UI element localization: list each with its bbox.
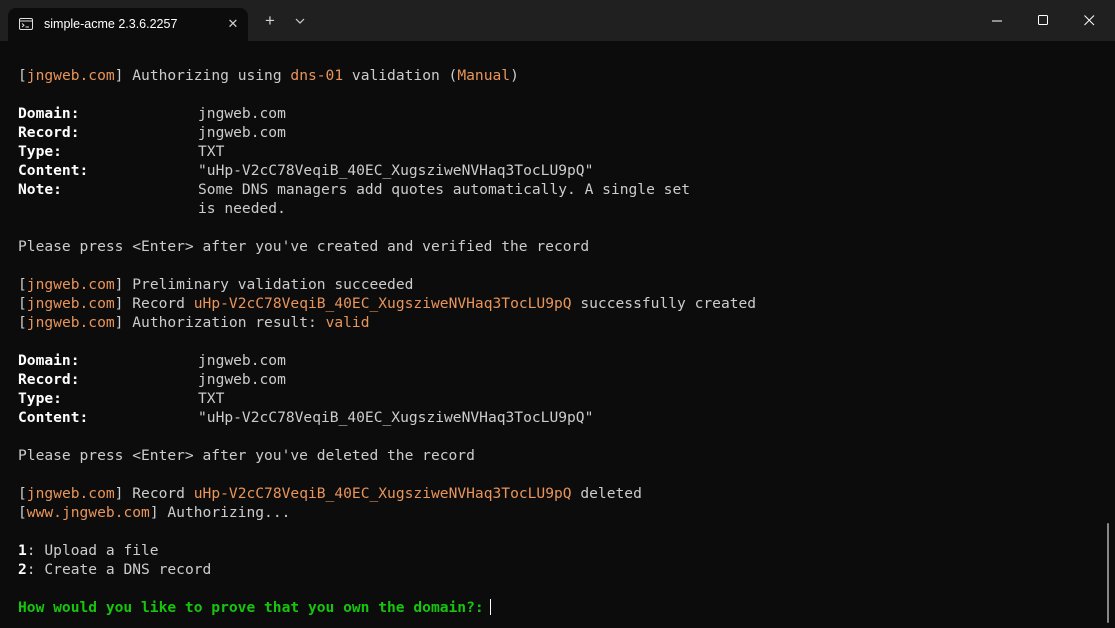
- option-number: 2: [18, 561, 27, 578]
- field-label: Record:: [18, 371, 80, 388]
- field-value: jngweb.com: [198, 371, 286, 388]
- option-number: 1: [18, 542, 27, 559]
- field-row: Record: jngweb.com: [18, 123, 1098, 142]
- minimize-icon: [992, 20, 1002, 22]
- bracket: [: [18, 314, 27, 331]
- bracket: [: [18, 504, 27, 521]
- console-line: Please press <Enter> after you've create…: [18, 238, 590, 255]
- option-label: : Create a DNS record: [26, 561, 212, 578]
- text-cursor: [489, 599, 491, 615]
- console-line: [jngweb.com] Preliminary validation succ…: [18, 275, 1098, 294]
- field-row: Content: "uHp-V2cC78VeqiB_40EC_XugsziweNV…: [18, 408, 1098, 427]
- title-bar: simple-acme 2.3.6.2257 ✕ +: [0, 0, 1115, 41]
- field-row: Type: TXT: [18, 142, 1098, 161]
- bracket: ]: [149, 504, 159, 521]
- authorization-result: valid: [325, 314, 370, 331]
- message-text: Record: [123, 485, 194, 502]
- validation-mode: Manual: [457, 67, 511, 84]
- field-label: Record:: [18, 124, 80, 141]
- active-tab[interactable]: simple-acme 2.3.6.2257 ✕: [8, 8, 248, 41]
- bracket: [: [18, 295, 27, 312]
- domain-name: jngweb.com: [26, 485, 115, 502]
- console-line: [www.jngweb.com] Authorizing...: [18, 503, 1098, 522]
- message-text: Authorizing...: [158, 504, 291, 521]
- field-label: Content:: [18, 409, 89, 426]
- option-label: : Upload a file: [26, 542, 159, 559]
- message-text: successfully created: [571, 295, 757, 312]
- field-row: Content: "uHp-V2cC78VeqiB_40EC_XugsziweNV…: [18, 161, 1098, 180]
- record-value: uHp-V2cC78VeqiB_40EC_XugsziweNVHaq3TocLU…: [193, 295, 572, 312]
- message-text: deleted: [571, 485, 642, 502]
- option-item: 2: Create a DNS record: [18, 560, 1098, 579]
- field-value: "uHp-V2cC78VeqiB_40EC_XugsziweNVHaq3TocL…: [198, 409, 594, 426]
- plus-icon[interactable]: +: [262, 12, 278, 29]
- message-text: validation (: [343, 67, 458, 84]
- scrollbar[interactable]: [1107, 523, 1109, 623]
- console-output[interactable]: [jngweb.com] Authorizing using dns-01 va…: [18, 66, 1098, 626]
- message-text: Record: [123, 295, 194, 312]
- field-row: is needed.: [18, 199, 1098, 218]
- field-label: Domain:: [18, 105, 80, 122]
- chevron-down-icon[interactable]: [292, 14, 308, 28]
- field-row: Record: jngweb.com: [18, 370, 1098, 389]
- domain-name: jngweb.com: [26, 276, 115, 293]
- field-value: jngweb.com: [198, 105, 286, 122]
- maximize-icon: [1038, 15, 1048, 25]
- close-icon[interactable]: ✕: [225, 16, 241, 32]
- bracket: [: [18, 485, 27, 502]
- field-value: Some DNS managers add quotes automatical…: [198, 181, 691, 198]
- prompt-line[interactable]: How would you like to prove that you own…: [18, 598, 1098, 617]
- field-label: Type:: [18, 143, 62, 160]
- domain-name: jngweb.com: [26, 295, 115, 312]
- field-value: jngweb.com: [198, 352, 286, 369]
- domain-name: jngweb.com: [26, 314, 115, 331]
- console-line: [jngweb.com] Record uHp-V2cC78VeqiB_40EC…: [18, 294, 1098, 313]
- message-text: Authorizing using: [123, 67, 291, 84]
- tab-title: simple-acme 2.3.6.2257: [44, 17, 178, 31]
- field-row: Type: TXT: [18, 389, 1098, 408]
- field-label: Domain:: [18, 352, 80, 369]
- bracket: [: [18, 276, 27, 293]
- option-item: 1: Upload a file: [18, 541, 1098, 560]
- field-row: Domain: jngweb.com: [18, 104, 1098, 123]
- console-line: [jngweb.com] Authorizing using dns-01 va…: [18, 66, 1098, 85]
- console-line: Please press <Enter> after you've delete…: [18, 447, 475, 464]
- minimize-button[interactable]: [975, 0, 1021, 41]
- field-label: Type:: [18, 390, 62, 407]
- window-close-icon: [1084, 15, 1095, 26]
- maximize-button[interactable]: [1021, 0, 1067, 41]
- message-text: Authorization result:: [123, 314, 326, 331]
- field-label: Content:: [18, 162, 89, 179]
- field-row: Note: Some DNS managers add quotes automa…: [18, 180, 1098, 199]
- message-text: Preliminary validation succeeded: [123, 276, 414, 293]
- message-text: ): [510, 67, 519, 84]
- field-value: is needed.: [198, 200, 286, 217]
- prompt-text: How would you like to prove that you own…: [18, 599, 484, 616]
- field-row: Domain: jngweb.com: [18, 351, 1098, 370]
- field-value: "uHp-V2cC78VeqiB_40EC_XugsziweNVHaq3TocL…: [198, 162, 594, 179]
- domain-name: www.jngweb.com: [26, 504, 150, 521]
- field-value: TXT: [198, 143, 225, 160]
- terminal-icon: [19, 18, 33, 30]
- console-line: [jngweb.com] Authorization result: valid: [18, 313, 1098, 332]
- field-value: TXT: [198, 390, 225, 407]
- validation-method: dns-01: [290, 67, 344, 84]
- console-line: [jngweb.com] Record uHp-V2cC78VeqiB_40EC…: [18, 484, 1098, 503]
- terminal-window: simple-acme 2.3.6.2257 ✕ + [jngweb.com] …: [0, 0, 1115, 628]
- close-window-button[interactable]: [1067, 0, 1113, 41]
- bracket: [: [18, 67, 27, 84]
- field-value: jngweb.com: [198, 124, 286, 141]
- field-label: Note:: [18, 181, 62, 198]
- record-value: uHp-V2cC78VeqiB_40EC_XugsziweNVHaq3TocLU…: [193, 485, 572, 502]
- domain-name: jngweb.com: [26, 67, 115, 84]
